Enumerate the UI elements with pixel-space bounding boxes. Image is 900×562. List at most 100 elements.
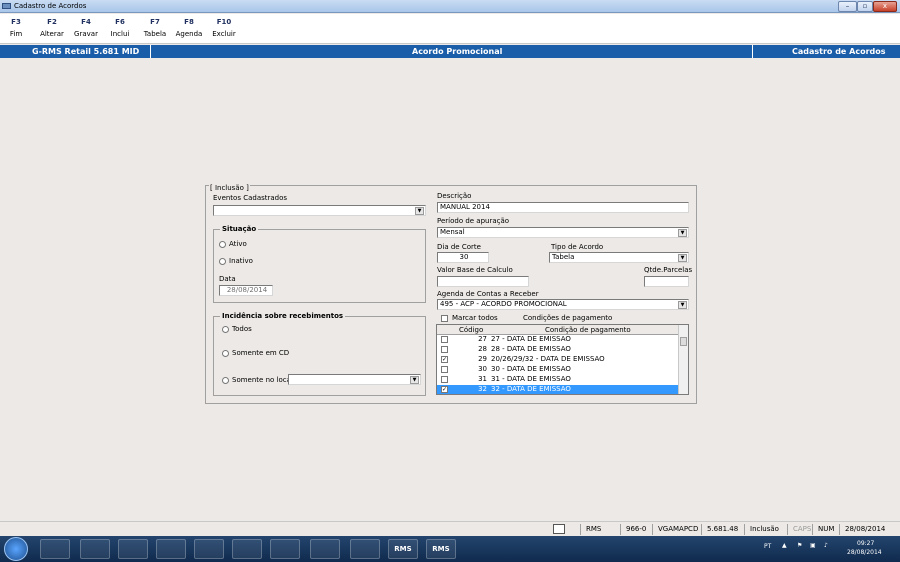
row-checkbox[interactable]: [441, 336, 448, 343]
action-label: Agenda: [175, 30, 203, 38]
tray-arrow-icon[interactable]: ▲: [782, 542, 787, 549]
minimize-button[interactable]: –: [838, 1, 857, 12]
eventos-select[interactable]: ▼: [213, 205, 426, 216]
data-field: 28/08/2014: [219, 285, 273, 296]
start-button[interactable]: [4, 537, 28, 561]
row-checkbox[interactable]: [441, 366, 448, 373]
row-desc: 30 - DATA DE EMISSAO: [491, 365, 571, 373]
table-row[interactable]: 31 31 - DATA DE EMISSAO: [437, 375, 679, 385]
lync-icon[interactable]: [194, 539, 224, 559]
somente-cd-label: Somente em CD: [232, 349, 290, 357]
maximize-button[interactable]: ▫: [857, 1, 873, 12]
inativo-label: Inativo: [229, 257, 253, 265]
inativo-radio[interactable]: [219, 258, 226, 265]
chevron-down-icon[interactable]: ▼: [410, 376, 419, 384]
grid-header-codigo: Código: [459, 326, 484, 334]
key-label: F6: [115, 18, 125, 26]
status-system: RMS: [580, 524, 620, 535]
status-mode: Inclusão: [744, 524, 784, 535]
action-label: Alterar: [40, 30, 64, 38]
condicoes-grid: Código Condição de pagamento 27 27 - DATA…: [436, 324, 689, 395]
meeting-icon[interactable]: [232, 539, 262, 559]
dia-corte-label: Dia de Corte: [437, 243, 481, 251]
condicoes-label: Condições de pagamento: [523, 314, 613, 322]
chevron-down-icon[interactable]: ▼: [415, 207, 424, 215]
action-label: Excluir: [212, 30, 236, 38]
qtde-parcelas-label: Qtde.Parcelas: [644, 266, 693, 274]
row-code: 27: [478, 335, 487, 343]
toolbar-alterar-button[interactable]: F2 Alterar: [38, 18, 66, 38]
rms-taskbar-button[interactable]: RMS: [426, 539, 456, 559]
ativo-radio[interactable]: [219, 241, 226, 248]
outlook-icon[interactable]: [156, 539, 186, 559]
marcar-todos-label: Marcar todos: [452, 314, 498, 322]
marcar-todos-checkbox[interactable]: [441, 315, 448, 322]
row-checkbox-checked[interactable]: ✓: [441, 386, 448, 393]
chevron-down-icon[interactable]: ▼: [678, 301, 687, 309]
close-button[interactable]: x: [873, 1, 897, 12]
descricao-input[interactable]: MANUAL 2014: [437, 202, 689, 213]
row-checkbox-checked[interactable]: ✓: [441, 356, 448, 363]
toolbar-excluir-button[interactable]: F10 Excluir: [210, 18, 238, 38]
table-row[interactable]: ✓ 29 20/26/29/32 - DATA DE EMISSAO: [437, 355, 679, 365]
ativo-label: Ativo: [229, 240, 247, 248]
rms-taskbar-button[interactable]: RMS: [388, 539, 418, 559]
table-row[interactable]: 28 28 - DATA DE EMISSAO: [437, 345, 679, 355]
clock-time[interactable]: 09:27: [857, 540, 874, 547]
action-label: Inclui: [110, 30, 130, 38]
toolbar-agenda-button[interactable]: F8 Agenda: [174, 18, 204, 38]
situacao-title: Situação: [220, 225, 259, 233]
table-row[interactable]: 30 30 - DATA DE EMISSAO: [437, 365, 679, 375]
table-row-selected[interactable]: ✓ 32 32 - DATA DE EMISSAO: [437, 385, 679, 394]
agenda-select[interactable]: 495 - ACP - ACORDO PROMOCIONAL ▼: [437, 299, 689, 310]
todos-radio[interactable]: [222, 326, 229, 333]
toolbar-gravar-button[interactable]: F4 Gravar: [72, 18, 100, 38]
toolbar-fim-button[interactable]: F3 Fim: [6, 18, 26, 38]
ie-icon[interactable]: [40, 539, 70, 559]
chevron-down-icon[interactable]: ▼: [678, 254, 687, 262]
periodo-label: Período de apuração: [437, 217, 510, 225]
folder-icon[interactable]: [80, 539, 110, 559]
word-icon[interactable]: [270, 539, 300, 559]
clock-date[interactable]: 28/08/2014: [847, 549, 882, 556]
window-titlebar: Cadastro de Acordos – ▫ x: [0, 0, 900, 13]
row-code: 29: [478, 355, 487, 363]
row-checkbox[interactable]: [441, 376, 448, 383]
qtde-parcelas-input[interactable]: [644, 276, 689, 287]
status-code: 966-0: [620, 524, 647, 535]
media-player-icon[interactable]: [118, 539, 148, 559]
screen-title: Acordo Promocional: [412, 47, 503, 56]
app-icon[interactable]: [350, 539, 380, 559]
grid-scrollbar[interactable]: [678, 325, 688, 394]
language-indicator[interactable]: PT: [764, 543, 771, 550]
somente-cd-radio[interactable]: [222, 350, 229, 357]
table-row[interactable]: 27 27 - DATA DE EMISSAO: [437, 335, 679, 345]
toolbar-tabela-button[interactable]: F7 Tabela: [141, 18, 169, 38]
key-label: F8: [184, 18, 194, 26]
local-select[interactable]: ▼: [288, 374, 421, 385]
dia-corte-input[interactable]: 30: [437, 252, 489, 263]
tipo-acordo-value: Tabela: [552, 253, 575, 261]
row-checkbox[interactable]: [441, 346, 448, 353]
incidencia-title: Incidência sobre recebimentos: [220, 312, 346, 320]
periodo-select[interactable]: Mensal ▼: [437, 227, 689, 238]
valor-base-input[interactable]: [437, 276, 529, 287]
flag-icon[interactable]: ⚑: [797, 542, 802, 549]
volume-icon[interactable]: ♪: [824, 542, 828, 549]
module-title: Cadastro de Acordos: [792, 47, 886, 56]
row-code: 31: [478, 375, 487, 383]
tipo-acordo-select[interactable]: Tabela ▼: [549, 252, 689, 263]
action-label: Tabela: [143, 30, 167, 38]
chevron-down-icon[interactable]: ▼: [678, 229, 687, 237]
agenda-label: Agenda de Contas a Receber: [437, 290, 539, 298]
status-bar: RMS 966-0 VGAMAPCD 5.681.48 Inclusão CAP…: [0, 521, 900, 535]
header-divider: [150, 45, 151, 58]
somente-local-radio[interactable]: [222, 377, 229, 384]
toolbar-inclui-button[interactable]: F6 Inclui: [107, 18, 133, 38]
tipo-acordo-label: Tipo de Acordo: [551, 243, 604, 251]
key-label: F10: [216, 18, 232, 26]
row-desc: 31 - DATA DE EMISSAO: [491, 375, 571, 383]
scroll-thumb[interactable]: [680, 337, 687, 346]
network-icon[interactable]: ▣: [810, 542, 816, 549]
app-icon[interactable]: [310, 539, 340, 559]
